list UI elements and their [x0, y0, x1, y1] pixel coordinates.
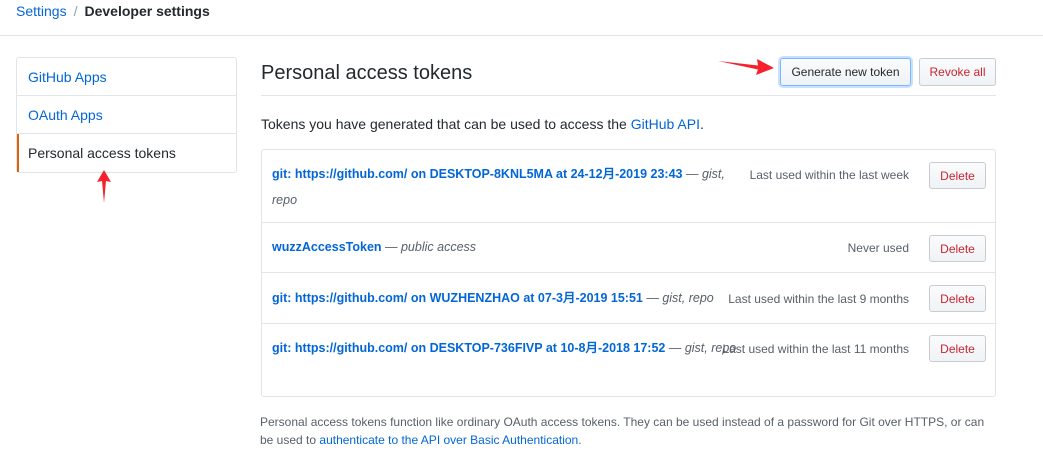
delete-token-button[interactable]: Delete [929, 335, 986, 362]
breadcrumb-settings-link[interactable]: Settings [16, 3, 67, 19]
token-description: git: https://github.com/ on DESKTOP-8KNL… [272, 161, 742, 213]
sidebar-item-github-apps[interactable]: GitHub Apps [17, 58, 236, 96]
token-last-used: Last used within the last week [749, 168, 909, 182]
annotation-arrow-right-icon [718, 59, 774, 75]
token-row: wuzzAccessToken — public access Never us… [262, 223, 995, 273]
settings-sidebar: GitHub Apps OAuth Apps Personal access t… [16, 57, 237, 173]
token-name-link[interactable]: wuzzAccessToken [272, 240, 382, 254]
intro-text-body: Tokens you have generated that can be us… [261, 116, 631, 132]
token-separator: — [682, 167, 702, 181]
token-separator: — [642, 291, 663, 305]
delete-token-button[interactable]: Delete [929, 162, 986, 189]
title-divider [261, 95, 996, 96]
token-scopes: gist, repo [662, 291, 714, 305]
footer-note-end: . [578, 433, 582, 447]
delete-token-button[interactable]: Delete [929, 235, 986, 262]
token-separator: — [665, 341, 685, 355]
token-row: git: https://github.com/ on DESKTOP-736F… [262, 324, 995, 396]
token-description: wuzzAccessToken — public access [272, 234, 742, 260]
page-title: Personal access tokens [261, 62, 473, 84]
token-row: git: https://github.com/ on WUZHENZHAO a… [262, 273, 995, 324]
token-name-link[interactable]: git: https://github.com/ on DESKTOP-8KNL… [272, 167, 682, 181]
token-name-link[interactable]: git: https://github.com/ on DESKTOP-736F… [272, 341, 665, 355]
token-description: git: https://github.com/ on WUZHENZHAO a… [272, 285, 742, 311]
github-api-link[interactable]: GitHub API [631, 116, 700, 132]
token-row: git: https://github.com/ on DESKTOP-8KNL… [262, 150, 995, 223]
revoke-all-button[interactable]: Revoke all [919, 58, 996, 86]
breadcrumb: Settings / Developer settings [16, 3, 210, 19]
token-description: git: https://github.com/ on DESKTOP-736F… [272, 335, 742, 361]
token-last-used: Last used within the last 11 months [722, 342, 909, 356]
intro-text-end: . [699, 116, 704, 132]
delete-token-button[interactable]: Delete [929, 285, 986, 312]
token-separator: — [381, 240, 401, 254]
sidebar-item-oauth-apps[interactable]: OAuth Apps [17, 96, 236, 134]
breadcrumb-current: Developer settings [84, 3, 210, 19]
sidebar-item-personal-access-tokens[interactable]: Personal access tokens [17, 134, 236, 172]
token-last-used: Never used [847, 241, 909, 255]
token-scopes: public access [400, 240, 477, 254]
annotation-arrow-up-icon [97, 170, 111, 203]
token-last-used: Last used within the last 9 months [728, 292, 909, 306]
generate-new-token-button[interactable]: Generate new token [780, 58, 911, 86]
footer-note: Personal access tokens function like ord… [260, 413, 1000, 449]
token-list: git: https://github.com/ on DESKTOP-8KNL… [261, 149, 996, 397]
basic-auth-link[interactable]: authenticate to the API over Basic Authe… [319, 433, 578, 447]
token-name-link[interactable]: git: https://github.com/ on WUZHENZHAO a… [272, 291, 643, 305]
header-divider [0, 35, 1043, 36]
breadcrumb-separator: / [73, 3, 78, 19]
intro-text: Tokens you have generated that can be us… [261, 116, 704, 132]
